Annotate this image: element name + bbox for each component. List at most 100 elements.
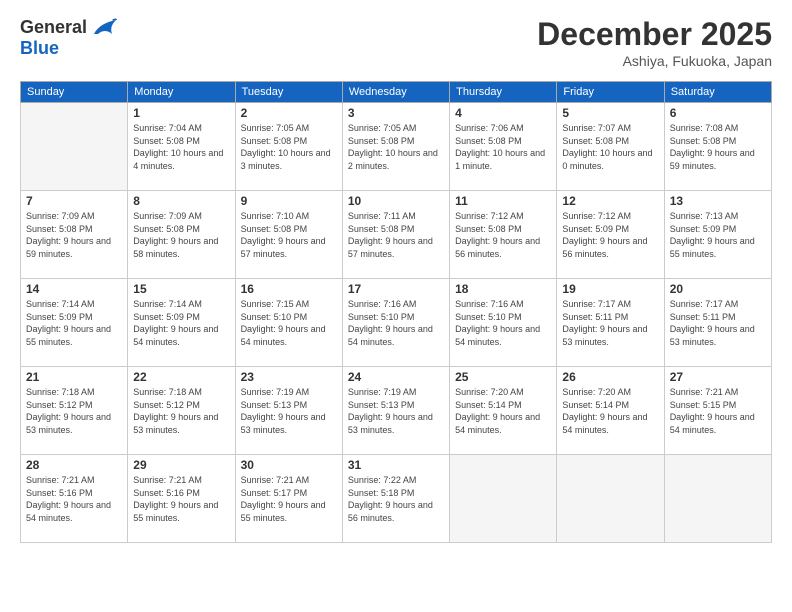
logo-blue: Blue [20,38,59,59]
day-info: Sunrise: 7:10 AMSunset: 5:08 PMDaylight:… [241,210,337,260]
calendar-cell: 18 Sunrise: 7:16 AMSunset: 5:10 PMDayligh… [450,279,557,367]
day-number: 8 [133,194,229,208]
weekday-header-row: Sunday Monday Tuesday Wednesday Thursday… [21,82,772,103]
day-info: Sunrise: 7:19 AMSunset: 5:13 PMDaylight:… [241,386,337,436]
calendar-cell: 28 Sunrise: 7:21 AMSunset: 5:16 PMDayligh… [21,455,128,543]
day-info: Sunrise: 7:13 AMSunset: 5:09 PMDaylight:… [670,210,766,260]
day-number: 26 [562,370,658,384]
location: Ashiya, Fukuoka, Japan [537,53,772,69]
calendar-cell: 20Sunrise: 7:17 AMSunset: 5:11 PMDayligh… [664,279,771,367]
day-number: 12 [562,194,658,208]
calendar-cell: 5 Sunrise: 7:07 AMSunset: 5:08 PMDaylight… [557,103,664,191]
calendar-cell: 26 Sunrise: 7:20 AMSunset: 5:14 PMDayligh… [557,367,664,455]
day-number: 16 [241,282,337,296]
calendar-cell: 10Sunrise: 7:11 AMSunset: 5:08 PMDayligh… [342,191,449,279]
day-info: Sunrise: 7:14 AMSunset: 5:09 PMDaylight:… [133,298,229,348]
day-info: Sunrise: 7:09 AMSunset: 5:08 PMDaylight:… [133,210,229,260]
logo: General Blue [20,16,118,59]
day-info: Sunrise: 7:18 AMSunset: 5:12 PMDaylight:… [26,386,122,436]
day-number: 25 [455,370,551,384]
day-number: 15 [133,282,229,296]
day-info: Sunrise: 7:09 AMSunset: 5:08 PMDaylight:… [26,210,122,260]
page-container: General Blue December 2025 Ashiya, Fukuo… [0,0,792,553]
calendar-cell: 24 Sunrise: 7:19 AMSunset: 5:13 PMDayligh… [342,367,449,455]
calendar-cell [557,455,664,543]
calendar-cell: 4Sunrise: 7:06 AMSunset: 5:08 PMDaylight… [450,103,557,191]
day-info: Sunrise: 7:08 AMSunset: 5:08 PMDaylight:… [670,122,766,172]
day-number: 13 [670,194,766,208]
calendar-cell: 31Sunrise: 7:22 AMSunset: 5:18 PMDayligh… [342,455,449,543]
day-number: 18 [455,282,551,296]
day-number: 7 [26,194,122,208]
day-info: Sunrise: 7:07 AMSunset: 5:08 PMDaylight:… [562,122,658,172]
day-info: Sunrise: 7:19 AMSunset: 5:13 PMDaylight:… [348,386,444,436]
calendar-cell: 27 Sunrise: 7:21 AMSunset: 5:15 PMDayligh… [664,367,771,455]
day-number: 3 [348,106,444,120]
day-info: Sunrise: 7:05 AMSunset: 5:08 PMDaylight:… [348,122,444,172]
header-monday: Monday [128,82,235,103]
week-row-0: 1 Sunrise: 7:04 AMSunset: 5:08 PMDaylight… [21,103,772,191]
day-number: 22 [133,370,229,384]
calendar-cell: 21 Sunrise: 7:18 AMSunset: 5:12 PMDayligh… [21,367,128,455]
day-number: 28 [26,458,122,472]
day-number: 31 [348,458,444,472]
day-number: 10 [348,194,444,208]
day-info: Sunrise: 7:20 AMSunset: 5:14 PMDaylight:… [455,386,551,436]
day-info: Sunrise: 7:16 AMSunset: 5:10 PMDaylight:… [455,298,551,348]
logo-bird-icon [90,16,118,38]
day-number: 27 [670,370,766,384]
calendar-cell: 23Sunrise: 7:19 AMSunset: 5:13 PMDayligh… [235,367,342,455]
day-info: Sunrise: 7:15 AMSunset: 5:10 PMDaylight:… [241,298,337,348]
day-info: Sunrise: 7:12 AMSunset: 5:09 PMDaylight:… [562,210,658,260]
day-info: Sunrise: 7:12 AMSunset: 5:08 PMDaylight:… [455,210,551,260]
calendar-cell: 14Sunrise: 7:14 AMSunset: 5:09 PMDayligh… [21,279,128,367]
calendar-cell: 1 Sunrise: 7:04 AMSunset: 5:08 PMDaylight… [128,103,235,191]
day-info: Sunrise: 7:16 AMSunset: 5:10 PMDaylight:… [348,298,444,348]
day-number: 5 [562,106,658,120]
day-info: Sunrise: 7:04 AMSunset: 5:08 PMDaylight:… [133,122,229,172]
week-row-1: 7 Sunrise: 7:09 AMSunset: 5:08 PMDaylight… [21,191,772,279]
calendar-cell: 30 Sunrise: 7:21 AMSunset: 5:17 PMDayligh… [235,455,342,543]
day-number: 21 [26,370,122,384]
day-number: 29 [133,458,229,472]
day-number: 24 [348,370,444,384]
day-number: 6 [670,106,766,120]
calendar-cell: 9 Sunrise: 7:10 AMSunset: 5:08 PMDaylight… [235,191,342,279]
day-number: 9 [241,194,337,208]
calendar-cell: 25 Sunrise: 7:20 AMSunset: 5:14 PMDayligh… [450,367,557,455]
day-info: Sunrise: 7:21 AMSunset: 5:17 PMDaylight:… [241,474,337,524]
calendar-cell: 16 Sunrise: 7:15 AMSunset: 5:10 PMDayligh… [235,279,342,367]
calendar-cell: 12 Sunrise: 7:12 AMSunset: 5:09 PMDayligh… [557,191,664,279]
day-number: 1 [133,106,229,120]
calendar-cell [21,103,128,191]
header-thursday: Thursday [450,82,557,103]
calendar-cell: 17Sunrise: 7:16 AMSunset: 5:10 PMDayligh… [342,279,449,367]
header-saturday: Saturday [664,82,771,103]
day-info: Sunrise: 7:18 AMSunset: 5:12 PMDaylight:… [133,386,229,436]
day-number: 19 [562,282,658,296]
day-info: Sunrise: 7:17 AMSunset: 5:11 PMDaylight:… [670,298,766,348]
header-wednesday: Wednesday [342,82,449,103]
calendar-cell [450,455,557,543]
header-friday: Friday [557,82,664,103]
header-sunday: Sunday [21,82,128,103]
day-info: Sunrise: 7:17 AMSunset: 5:11 PMDaylight:… [562,298,658,348]
month-title: December 2025 [537,16,772,53]
page-header: General Blue December 2025 Ashiya, Fukuo… [20,16,772,69]
day-info: Sunrise: 7:21 AMSunset: 5:15 PMDaylight:… [670,386,766,436]
calendar-cell [664,455,771,543]
calendar-cell: 6 Sunrise: 7:08 AMSunset: 5:08 PMDaylight… [664,103,771,191]
week-row-2: 14Sunrise: 7:14 AMSunset: 5:09 PMDayligh… [21,279,772,367]
header-tuesday: Tuesday [235,82,342,103]
day-number: 30 [241,458,337,472]
calendar-cell: 3 Sunrise: 7:05 AMSunset: 5:08 PMDaylight… [342,103,449,191]
calendar-cell: 7 Sunrise: 7:09 AMSunset: 5:08 PMDaylight… [21,191,128,279]
day-info: Sunrise: 7:14 AMSunset: 5:09 PMDaylight:… [26,298,122,348]
day-info: Sunrise: 7:20 AMSunset: 5:14 PMDaylight:… [562,386,658,436]
week-row-3: 21 Sunrise: 7:18 AMSunset: 5:12 PMDayligh… [21,367,772,455]
calendar-table: Sunday Monday Tuesday Wednesday Thursday… [20,81,772,543]
calendar-cell: 8 Sunrise: 7:09 AMSunset: 5:08 PMDaylight… [128,191,235,279]
calendar-cell: 19 Sunrise: 7:17 AMSunset: 5:11 PMDayligh… [557,279,664,367]
day-info: Sunrise: 7:21 AMSunset: 5:16 PMDaylight:… [26,474,122,524]
day-info: Sunrise: 7:05 AMSunset: 5:08 PMDaylight:… [241,122,337,172]
